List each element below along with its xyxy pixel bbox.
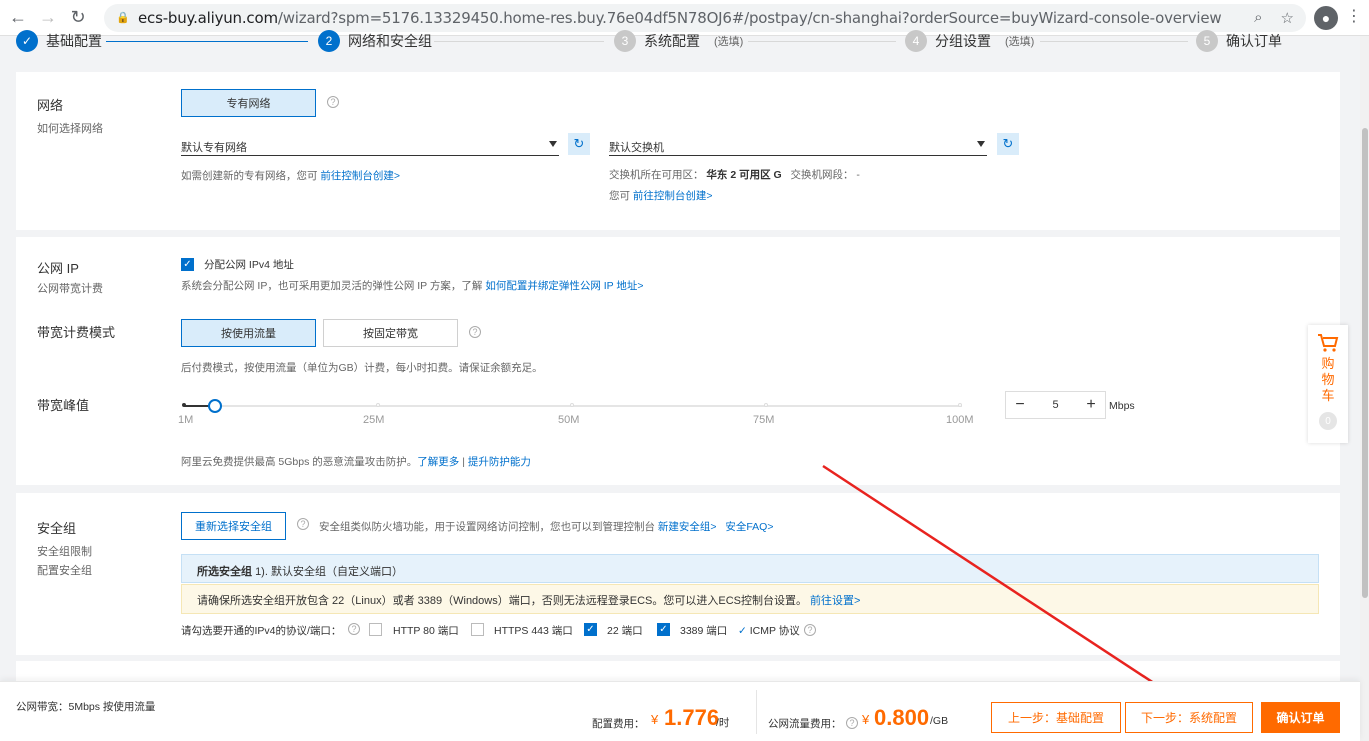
prev-step-button[interactable]: 上一步：基础配置 [991,702,1121,733]
currency-symbol: ¥ [651,712,659,727]
divider [756,690,757,734]
config-fee-unit: /时 [716,717,730,729]
config-fee: 1.776 [664,705,720,730]
next-step-button[interactable]: 下一步：系统配置 [1125,702,1253,733]
confirm-order-button[interactable]: 确认订单 [1261,702,1340,733]
config-fee-label: 配置费用： [592,718,645,730]
help-icon[interactable]: ? [846,717,858,729]
order-footer: 公网带宽：5Mbps 按使用流量 配置费用： ¥ 1.776 /时 公网流量费用… [0,681,1360,741]
currency-symbol: ¥ [862,712,870,727]
annotation-arrow [822,464,1182,702]
bandwidth-summary: 公网带宽：5Mbps 按使用流量 [16,701,156,713]
traffic-fee-unit: /GB [930,715,949,727]
traffic-fee-label: 公网流量费用： [768,718,842,730]
traffic-fee: 0.800 [874,705,930,730]
